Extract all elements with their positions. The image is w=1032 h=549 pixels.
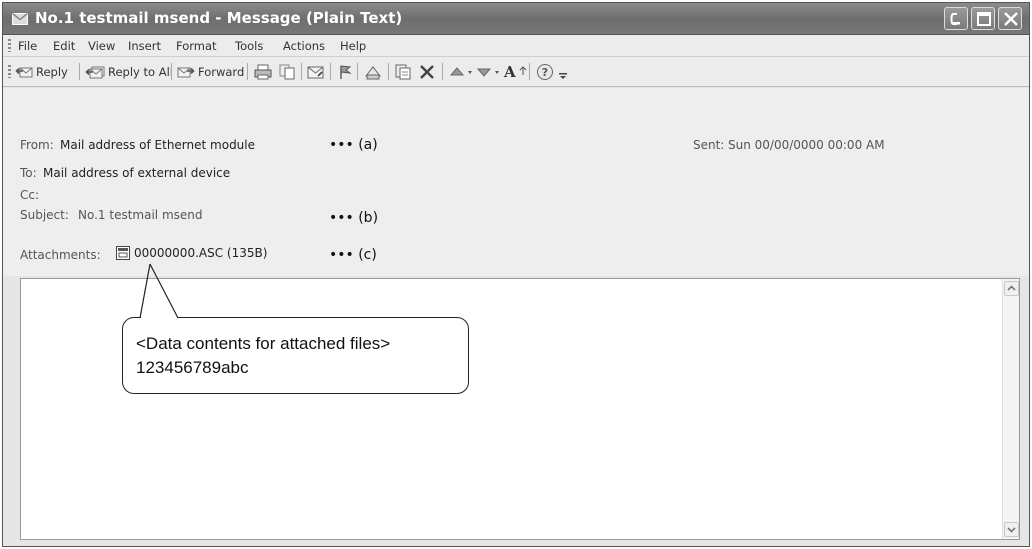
printer-icon (254, 64, 272, 80)
menu-help[interactable]: Help (340, 39, 366, 53)
font-size-button[interactable]: A (504, 62, 527, 82)
delete-button[interactable] (418, 62, 436, 82)
flag-icon (340, 65, 352, 79)
categorize-icon (364, 66, 382, 80)
attachment-item[interactable]: 00000000.ASC (135B) (116, 246, 267, 260)
help-button[interactable]: ? (536, 62, 554, 82)
annotation-b: ••• (b) (329, 210, 379, 226)
menu-actions[interactable]: Actions (283, 39, 325, 53)
sent-label: Sent: (693, 138, 725, 152)
to-value[interactable]: Mail address of external device (43, 166, 230, 180)
attachment-callout: <Data contents for attached files> 12345… (122, 317, 469, 394)
menu-tools[interactable]: Tools (235, 39, 263, 53)
scroll-up-button[interactable] (1004, 281, 1019, 296)
subject-label: Subject: (20, 208, 69, 222)
address-book-icon (395, 64, 411, 80)
menu-file[interactable]: File (18, 39, 37, 53)
menu-format[interactable]: Format (176, 39, 217, 53)
chevron-up-icon (1007, 285, 1016, 291)
move-to-folder-icon (307, 66, 324, 79)
print-button[interactable] (254, 62, 272, 82)
toolbar-separator (247, 63, 248, 80)
next-item-icon (476, 68, 499, 77)
close-icon (1004, 12, 1018, 26)
forward-button[interactable]: Forward (177, 62, 244, 82)
delete-icon (420, 65, 434, 79)
toolbar-separator (79, 63, 80, 80)
categorize-button[interactable] (364, 62, 382, 82)
toolbar-separator (529, 63, 530, 80)
reply-icon (15, 67, 33, 78)
forward-icon (177, 67, 195, 78)
close-button[interactable] (998, 7, 1022, 30)
toolbar-separator (171, 63, 172, 80)
menu-insert[interactable]: Insert (128, 39, 161, 53)
reply-label: Reply (36, 65, 68, 79)
from-label: From: (20, 138, 54, 152)
attachments-label: Attachments: (20, 248, 101, 262)
to-label: To: (20, 166, 37, 180)
menu-bar: File Edit View Insert Format Tools Actio… (3, 35, 1029, 57)
envelope-icon (12, 13, 28, 25)
toolbar-options-button[interactable] (558, 62, 568, 82)
flag-button[interactable] (337, 62, 353, 82)
subject-value: No.1 testmail msend (78, 208, 203, 222)
find-contact-button[interactable] (394, 62, 412, 82)
title-bar[interactable]: No.1 testmail msend - Message (Plain Tex… (3, 3, 1029, 35)
message-window: No.1 testmail msend - Message (Plain Tex… (2, 2, 1030, 547)
toolbar-separator (357, 63, 358, 80)
reply-all-button[interactable]: Reply to All (85, 62, 173, 82)
window-title: No.1 testmail msend - Message (Plain Tex… (35, 9, 403, 27)
vertical-scrollbar[interactable] (1002, 279, 1019, 539)
previous-item-icon (449, 67, 472, 76)
menu-edit[interactable]: Edit (53, 39, 75, 53)
chevron-down-icon (559, 73, 567, 79)
toolbar-separator (442, 63, 443, 80)
annotation-a: ••• (a) (329, 137, 378, 153)
text-file-icon (116, 246, 130, 260)
maximize-button[interactable] (971, 7, 995, 30)
toolbar: Reply Reply to All Forward A ? (3, 57, 1029, 87)
sent-value: Sun 00/00/0000 00:00 AM (728, 138, 885, 152)
next-item-button[interactable] (476, 62, 502, 82)
forward-label: Forward (198, 65, 245, 79)
reply-button[interactable]: Reply (15, 62, 68, 82)
attachment-name: 00000000.ASC (135B) (134, 246, 268, 260)
help-icon: ? (537, 64, 553, 80)
reply-all-icon (85, 66, 105, 79)
annotation-c: ••• (c) (329, 247, 377, 263)
toolbar-separator (330, 63, 331, 80)
message-header: From: Mail address of Ethernet module ••… (3, 88, 1029, 276)
menu-view[interactable]: View (88, 39, 115, 53)
minimize-icon (950, 13, 960, 25)
callout-content: 123456789abc (136, 358, 249, 377)
move-to-folder-button[interactable] (307, 62, 325, 82)
chevron-down-icon (1007, 527, 1016, 533)
toolbar-separator (388, 63, 389, 80)
menu-grip[interactable] (8, 39, 11, 52)
callout-heading: <Data contents for attached files> (136, 334, 391, 353)
maximize-icon (977, 12, 991, 26)
reply-all-label: Reply to All (108, 65, 173, 79)
cc-label: Cc: (20, 188, 40, 202)
toolbar-grip[interactable] (8, 65, 11, 78)
previous-item-button[interactable] (449, 62, 475, 82)
copy-icon (279, 64, 295, 80)
svg-text:?: ? (542, 66, 548, 79)
copy-button[interactable] (278, 62, 296, 82)
from-value[interactable]: Mail address of Ethernet module (60, 138, 255, 152)
toolbar-separator (301, 63, 302, 80)
minimize-button[interactable] (944, 7, 968, 30)
scroll-down-button[interactable] (1004, 522, 1019, 537)
font-size-label: A (504, 63, 516, 81)
font-grow-icon (519, 66, 526, 75)
